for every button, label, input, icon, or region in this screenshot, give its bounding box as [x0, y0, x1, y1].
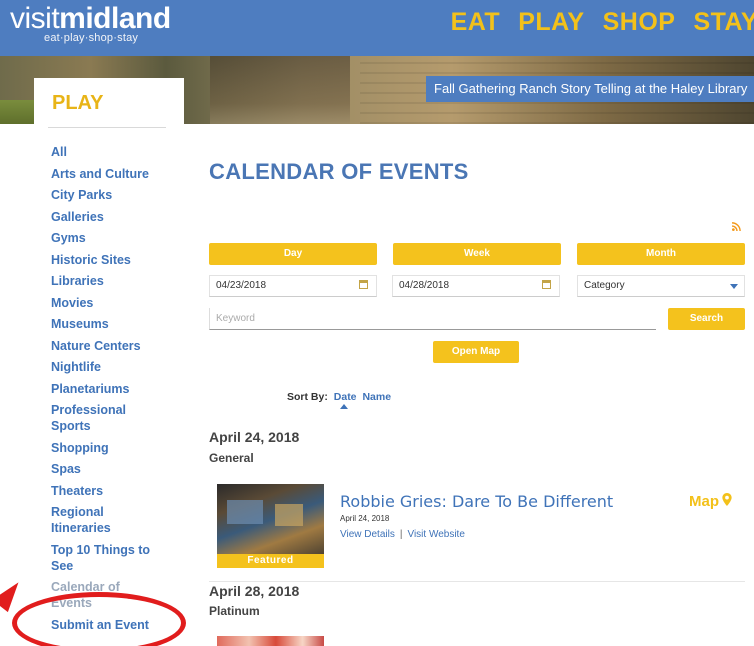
sidebar-item-city-parks[interactable]: City Parks — [51, 187, 163, 203]
event-thumbnail[interactable] — [217, 636, 324, 646]
sidebar-item-gyms[interactable]: Gyms — [51, 230, 163, 246]
view-details-link[interactable]: View Details — [340, 529, 395, 540]
sidebar-list: All Arts and Culture City Parks Gallerie… — [51, 144, 163, 638]
sidebar-item-nature-centers[interactable]: Nature Centers — [51, 338, 163, 354]
rss-icon[interactable] — [732, 222, 741, 231]
sidebar-item-arts-and-culture[interactable]: Arts and Culture — [51, 166, 163, 182]
sort-label: Sort By: — [287, 391, 328, 403]
nav-play[interactable]: PLAY — [518, 8, 584, 37]
thumbnail-exhibit — [275, 504, 303, 526]
site-logo[interactable]: visitmidland eat·play·shop·stay — [10, 2, 171, 44]
category-value: Category — [584, 280, 625, 291]
page-title: CALENDAR OF EVENTS — [209, 159, 469, 184]
top-navigation: EAT PLAY SHOP STAY — [451, 8, 754, 37]
tab-week[interactable]: Week — [393, 243, 561, 265]
annotation-ellipse — [12, 592, 186, 646]
featured-badge: Featured — [217, 554, 324, 568]
sidebar-item-top-10-things[interactable]: Top 10 Things to See — [51, 542, 163, 574]
sort-active-caret-icon — [340, 404, 348, 409]
calendar-icon[interactable] — [542, 280, 551, 289]
view-tabs: Day Week Month — [209, 243, 745, 265]
event-date: April 24, 2018 — [340, 514, 390, 523]
logo-text-light: visit — [10, 2, 60, 35]
sidebar-title: PLAY — [52, 92, 104, 114]
sidebar-item-museums[interactable]: Museums — [51, 316, 163, 332]
sidebar-divider — [48, 127, 166, 128]
map-link-label: Map — [689, 493, 719, 510]
sidebar-item-galleries[interactable]: Galleries — [51, 209, 163, 225]
sidebar-item-libraries[interactable]: Libraries — [51, 273, 163, 289]
event-title[interactable]: Robbie Gries: Dare To Be Different — [340, 492, 613, 511]
sidebar-item-spas[interactable]: Spas — [51, 461, 163, 477]
chevron-down-icon — [730, 284, 738, 289]
keyword-input[interactable] — [209, 308, 656, 330]
nav-stay[interactable]: STAY — [693, 8, 754, 37]
logo-text-bold: midland — [59, 2, 171, 35]
sort-controls: Sort By: Date Name — [287, 391, 391, 403]
event-map-link[interactable]: Map — [689, 493, 732, 510]
tab-month[interactable]: Month — [577, 243, 745, 265]
sort-by-name[interactable]: Name — [362, 391, 391, 403]
sidebar-item-historic-sites[interactable]: Historic Sites — [51, 252, 163, 268]
sidebar-item-nightlife[interactable]: Nightlife — [51, 359, 163, 375]
visit-website-link[interactable]: Visit Website — [407, 529, 464, 540]
sort-by-date[interactable]: Date — [334, 391, 357, 403]
group-heading: Platinum — [209, 604, 260, 618]
date-heading: April 28, 2018 — [209, 583, 300, 599]
sidebar: PLAY All Arts and Culture City Parks Gal… — [34, 78, 184, 646]
sidebar-item-movies[interactable]: Movies — [51, 295, 163, 311]
map-pin-icon — [722, 493, 732, 506]
tab-day[interactable]: Day — [209, 243, 377, 265]
event-divider — [209, 581, 745, 582]
start-date-value: 04/23/2018 — [216, 280, 267, 291]
sidebar-item-theaters[interactable]: Theaters — [51, 483, 163, 499]
event-links: View Details | Visit Website — [340, 529, 465, 540]
thumbnail-exhibit — [227, 500, 263, 524]
end-date-field[interactable]: 04/28/2018 — [392, 275, 560, 297]
sidebar-item-all[interactable]: All — [51, 144, 163, 160]
search-button[interactable]: Search — [668, 308, 745, 330]
banner-statue — [210, 56, 350, 124]
sidebar-item-professional-sports[interactable]: Professional Sports — [51, 402, 163, 434]
sidebar-item-planetariums[interactable]: Planetariums — [51, 381, 163, 397]
banner-caption[interactable]: Fall Gathering Ranch Story Telling at th… — [426, 76, 754, 102]
start-date-field[interactable]: 04/23/2018 — [209, 275, 377, 297]
event-thumbnail[interactable]: Featured — [217, 484, 324, 568]
sidebar-item-shopping[interactable]: Shopping — [51, 440, 163, 456]
date-heading: April 24, 2018 — [209, 429, 300, 445]
end-date-value: 04/28/2018 — [399, 280, 450, 291]
sidebar-item-regional-itineraries[interactable]: Regional Itineraries — [51, 504, 163, 536]
open-map-button[interactable]: Open Map — [433, 341, 519, 363]
nav-shop[interactable]: SHOP — [603, 8, 676, 37]
site-header: visitmidland eat·play·shop·stay EAT PLAY… — [0, 0, 754, 56]
category-select[interactable]: Category — [577, 275, 745, 297]
nav-eat[interactable]: EAT — [451, 8, 501, 37]
logo-tagline: eat·play·shop·stay — [44, 32, 139, 44]
group-heading: General — [209, 451, 254, 465]
link-separator: | — [399, 529, 403, 540]
calendar-icon[interactable] — [359, 280, 368, 289]
